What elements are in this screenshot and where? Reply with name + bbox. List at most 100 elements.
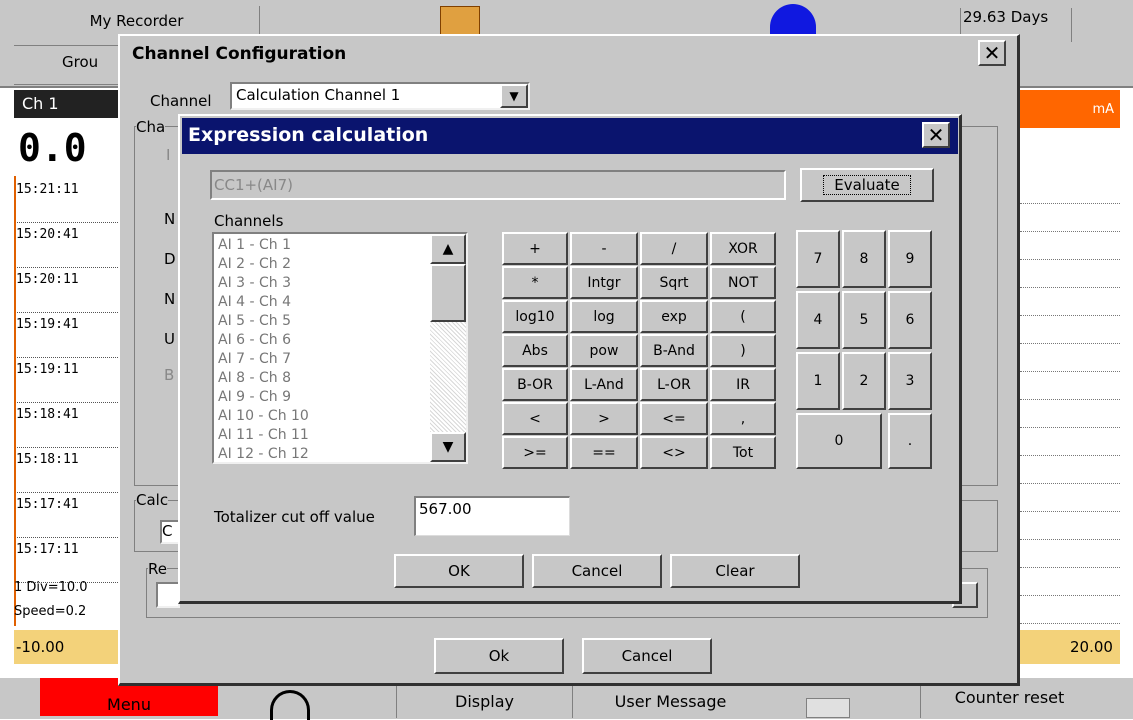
grid-line bbox=[1020, 316, 1120, 344]
operator-button[interactable]: pow bbox=[570, 334, 638, 367]
operator-button[interactable]: B-OR bbox=[502, 368, 568, 401]
grid-line bbox=[1020, 456, 1120, 484]
grid-line bbox=[1020, 540, 1120, 568]
digit-button[interactable]: 6 bbox=[888, 291, 932, 349]
unit-value-area bbox=[1020, 128, 1120, 176]
operator-button[interactable]: L-And bbox=[570, 368, 638, 401]
re-groupbox-label: Re bbox=[148, 560, 167, 578]
digit-button-zero[interactable]: 0 bbox=[796, 413, 882, 469]
operator-button[interactable]: Tot bbox=[710, 436, 776, 469]
operator-button[interactable]: Abs bbox=[502, 334, 568, 367]
operator-button[interactable]: B-And bbox=[640, 334, 708, 367]
channel-list-item[interactable]: AI 2 - Ch 2 bbox=[216, 255, 426, 274]
operator-button[interactable]: >= bbox=[502, 436, 568, 469]
digit-button[interactable]: 8 bbox=[842, 230, 886, 288]
channel-list-item[interactable]: AI 5 - Ch 5 bbox=[216, 312, 426, 331]
partial-label-b: B bbox=[164, 366, 175, 384]
operator-button[interactable]: log10 bbox=[502, 300, 568, 333]
totalizer-label: Totalizer cut off value bbox=[214, 508, 375, 526]
channels-list[interactable]: AI 1 - Ch 1 AI 2 - Ch 2 AI 3 - Ch 3 AI 4 - … bbox=[212, 232, 468, 464]
grid-line bbox=[1020, 260, 1120, 288]
channel-list-item[interactable]: AI 12 - Ch 12 bbox=[216, 445, 426, 462]
partial-label-d: D bbox=[164, 250, 176, 268]
totalizer-input[interactable]: 567.00 bbox=[414, 496, 570, 536]
operator-button[interactable]: <> bbox=[640, 436, 708, 469]
operator-button[interactable]: IR bbox=[710, 368, 776, 401]
operator-button[interactable]: Intgr bbox=[570, 266, 638, 299]
scroll-thumb[interactable] bbox=[430, 264, 466, 322]
channel-list-item[interactable]: AI 8 - Ch 8 bbox=[216, 369, 426, 388]
operator-button[interactable]: exp bbox=[640, 300, 708, 333]
unit-header: mA bbox=[1020, 90, 1120, 128]
channel-list-item[interactable]: AI 10 - Ch 10 bbox=[216, 407, 426, 426]
time-label: 15:17:11 bbox=[14, 538, 122, 583]
speed-info: Speed=0.2 bbox=[14, 604, 87, 619]
evaluate-button[interactable]: Evaluate bbox=[800, 168, 934, 202]
expression-cancel-button[interactable]: Cancel bbox=[532, 554, 662, 588]
channels-list-items: AI 1 - Ch 1 AI 2 - Ch 2 AI 3 - Ch 3 AI 4 - … bbox=[216, 236, 426, 462]
scroll-up-button[interactable]: ▲ bbox=[430, 234, 466, 264]
channel-select[interactable]: Calculation Channel 1 ▼ bbox=[230, 82, 530, 110]
partial-label-n2: N bbox=[164, 290, 176, 308]
channel-config-close-button[interactable]: ✕ bbox=[978, 40, 1006, 66]
channels-label: Channels bbox=[214, 212, 284, 230]
scroll-down-button[interactable]: ▼ bbox=[430, 432, 466, 462]
operator-button[interactable]: Sqrt bbox=[640, 266, 708, 299]
scale-min: -10.00 bbox=[16, 638, 65, 656]
channel-config-ok-button[interactable]: Ok bbox=[434, 638, 564, 674]
expression-input[interactable]: CC1+(AI7) bbox=[210, 170, 786, 200]
groupbox-label-cha: Cha bbox=[136, 118, 166, 136]
operator-button[interactable]: / bbox=[640, 232, 708, 265]
digit-button[interactable]: 9 bbox=[888, 230, 932, 288]
camera-icon[interactable] bbox=[806, 698, 850, 718]
operator-button[interactable]: ( bbox=[710, 300, 776, 333]
time-label: 15:20:41 bbox=[14, 223, 122, 268]
channel-list-item[interactable]: AI 1 - Ch 1 bbox=[216, 236, 426, 255]
operator-button[interactable]: * bbox=[502, 266, 568, 299]
grid-line bbox=[1020, 344, 1120, 372]
digit-button[interactable]: 2 bbox=[842, 352, 886, 410]
operator-button[interactable]: <= bbox=[640, 402, 708, 435]
operator-button[interactable]: + bbox=[502, 232, 568, 265]
time-label: 15:17:41 bbox=[14, 493, 122, 538]
expression-ok-button[interactable]: OK bbox=[394, 554, 524, 588]
channel-list-item[interactable]: AI 6 - Ch 6 bbox=[216, 331, 426, 350]
channel-config-cancel-button[interactable]: Cancel bbox=[582, 638, 712, 674]
operator-button[interactable]: < bbox=[502, 402, 568, 435]
channel-list-item[interactable]: AI 11 - Ch 11 bbox=[216, 426, 426, 445]
operator-button[interactable]: L-OR bbox=[640, 368, 708, 401]
digit-button[interactable]: 5 bbox=[842, 291, 886, 349]
digit-button[interactable]: 3 bbox=[888, 352, 932, 410]
expression-title: Expression calculation bbox=[188, 124, 429, 146]
digit-button[interactable]: 7 bbox=[796, 230, 840, 288]
time-label: 15:18:41 bbox=[14, 403, 122, 448]
operator-button[interactable]: ) bbox=[710, 334, 776, 367]
re-field[interactable] bbox=[156, 582, 180, 608]
time-label: 15:21:11 bbox=[14, 178, 122, 223]
channel-config-title: Channel Configuration bbox=[122, 38, 1002, 70]
operator-button[interactable]: , bbox=[710, 402, 776, 435]
digit-button[interactable]: 4 bbox=[796, 291, 840, 349]
expression-clear-button[interactable]: Clear bbox=[670, 554, 800, 588]
partial-label-i: I bbox=[166, 146, 171, 164]
digit-button[interactable]: 1 bbox=[796, 352, 840, 410]
channel-list-item[interactable]: AI 9 - Ch 9 bbox=[216, 388, 426, 407]
expression-close-button[interactable]: ✕ bbox=[922, 122, 950, 148]
arrow-up-icon: ▲ bbox=[442, 241, 454, 257]
channel-select-arrow[interactable]: ▼ bbox=[500, 84, 528, 108]
time-axis-border bbox=[14, 176, 16, 626]
operator-button[interactable]: - bbox=[570, 232, 638, 265]
operator-button[interactable]: XOR bbox=[710, 232, 776, 265]
channel-list-item[interactable]: AI 7 - Ch 7 bbox=[216, 350, 426, 369]
operator-button[interactable]: NOT bbox=[710, 266, 776, 299]
operator-button[interactable]: == bbox=[570, 436, 638, 469]
grid-line bbox=[1020, 484, 1120, 512]
operator-button[interactable]: > bbox=[570, 402, 638, 435]
channel-list-item[interactable]: AI 4 - Ch 4 bbox=[216, 293, 426, 312]
channels-scrollbar[interactable]: ▲ ▼ bbox=[430, 234, 466, 462]
decimal-point-button[interactable]: . bbox=[888, 413, 932, 469]
grid-line bbox=[1020, 204, 1120, 232]
group-cell[interactable]: Grou bbox=[14, 47, 134, 85]
channel-list-item[interactable]: AI 3 - Ch 3 bbox=[216, 274, 426, 293]
operator-button[interactable]: log bbox=[570, 300, 638, 333]
